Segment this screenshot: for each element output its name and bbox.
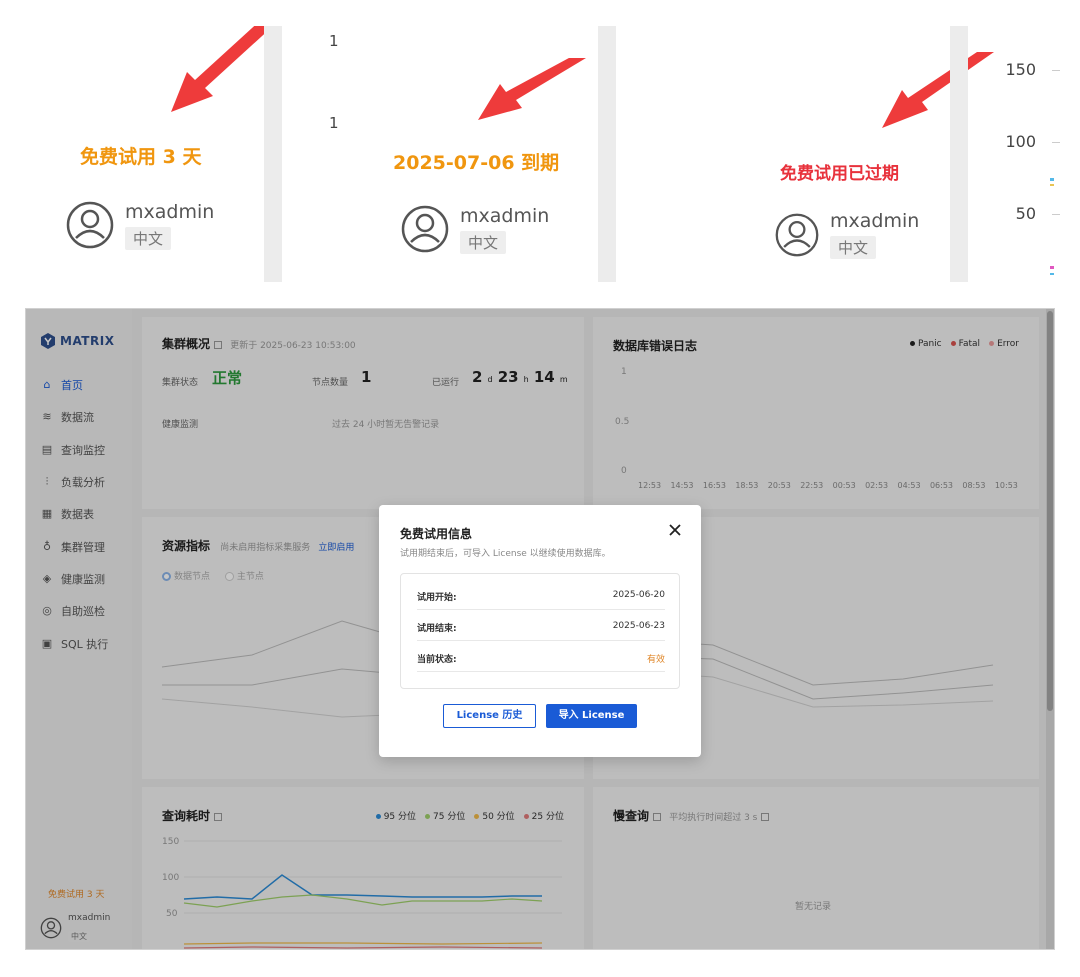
composite-screenshot: 免费试用 3 天 mxadmin 中文 1 1 2025-07-06 到期 mx…: [0, 0, 1080, 977]
username: mxadmin: [830, 210, 920, 232]
trial-expiry-text: 2025-07-06 到期: [393, 152, 560, 174]
avatar-icon: [66, 201, 114, 249]
annotation-strip: 免费试用 3 天 mxadmin 中文 1 1 2025-07-06 到期 mx…: [0, 0, 1080, 300]
trial-panel-3: 免费试用已过期 mxadmin 中文: [616, 26, 994, 282]
import-license-button[interactable]: 导入 License: [546, 704, 637, 728]
username: mxadmin: [460, 204, 550, 227]
avatar-icon: [401, 205, 449, 253]
trial-start-row: 试用开始: 2025-06-20: [417, 580, 665, 610]
app-window: MATRIX ⌂ 首页 ≋ 数据流 ▤ 查询监控 ⫶ 负载分析 ▦ 数据表 ♁ 集群管理 ◈ 健康监测 ◎ 自…: [25, 308, 1055, 950]
scrollbar-fragment: [950, 26, 968, 282]
axis-tick-label: 50: [1015, 204, 1036, 223]
scrollbar-fragment: [264, 26, 282, 282]
trial-expired-text: 免费试用已过期: [780, 164, 899, 184]
close-icon[interactable]: [667, 522, 683, 538]
license-history-button[interactable]: License 历史: [443, 704, 536, 728]
trial-info-box: 试用开始: 2025-06-20 试用结束: 2025-06-23 当前状态: 有效: [400, 573, 680, 689]
scrollbar-fragment: [598, 26, 616, 282]
trial-panel-2: 1 1 2025-07-06 到期 mxadmin 中文: [282, 26, 598, 282]
language-badge[interactable]: 中文: [830, 236, 877, 259]
username: mxadmin: [125, 200, 215, 223]
trial-status-row: 当前状态: 有效: [417, 642, 665, 672]
user-block: mxadmin 中文: [774, 210, 919, 259]
axis-tick-label: 100: [1005, 132, 1036, 151]
trial-end-row: 试用结束: 2025-06-23: [417, 611, 665, 641]
axis-tick-label: 150: [1005, 60, 1036, 79]
modal-subtitle: 试用期结束后，可导入 License 以继续使用数据库。: [400, 549, 611, 559]
user-block: mxadmin 中文: [400, 204, 549, 254]
trial-panel-1: 免费试用 3 天 mxadmin 中文: [50, 26, 273, 282]
language-badge[interactable]: 中文: [125, 226, 172, 250]
chart-tick-fragment: 1: [329, 32, 339, 50]
status-badge: 有效: [646, 655, 665, 665]
avatar-icon: [775, 213, 819, 256]
trial-info-modal: 免费试用信息 试用期结束后，可导入 License 以继续使用数据库。 试用开始…: [379, 505, 701, 757]
red-arrow-icon: [171, 26, 273, 112]
user-block: mxadmin 中文: [65, 200, 214, 250]
modal-title: 免费试用信息: [400, 527, 473, 541]
trial-days-text: 免费试用 3 天: [80, 146, 202, 168]
language-badge[interactable]: 中文: [460, 230, 507, 254]
chart-tick-fragment: 1: [329, 114, 339, 132]
red-arrow-icon: [478, 58, 586, 120]
red-arrow-icon: [882, 52, 994, 128]
